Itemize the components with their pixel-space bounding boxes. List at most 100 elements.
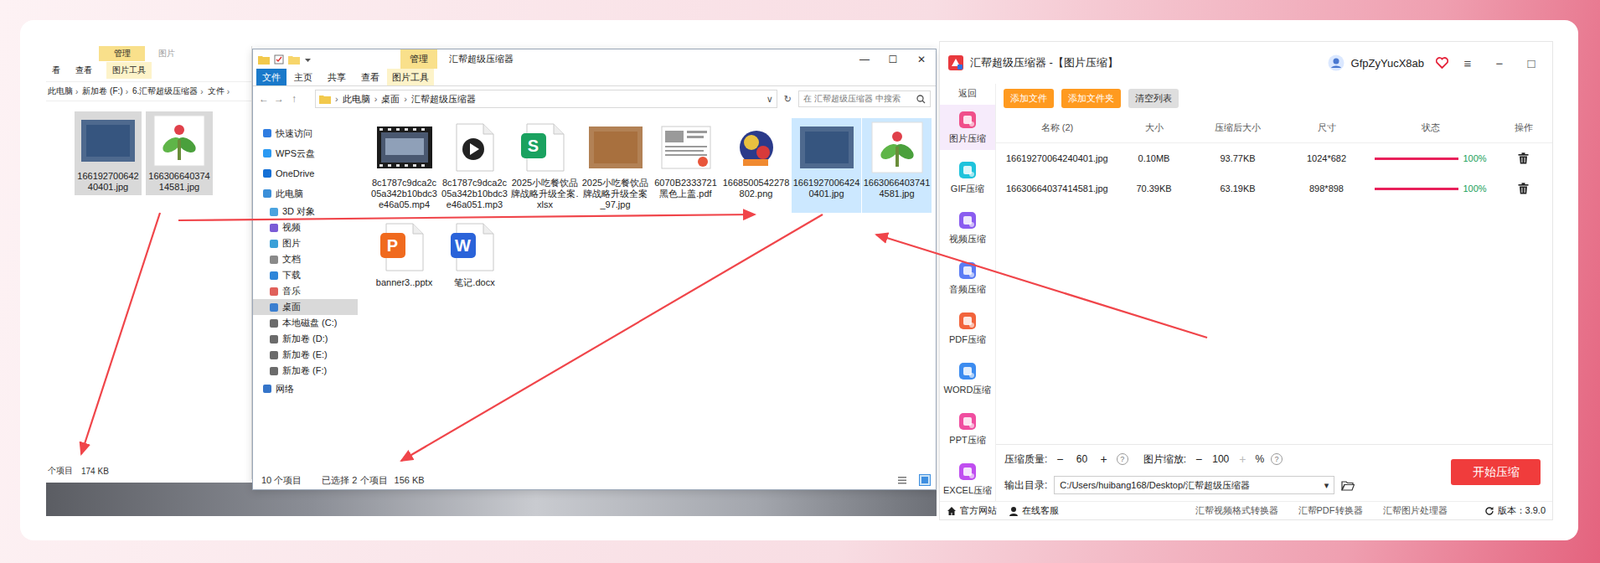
ribbon-tab[interactable]: 图片工具 — [106, 61, 152, 79]
history-dropdown[interactable]: ∨ — [766, 93, 774, 105]
nav-item[interactable]: 网络 — [252, 378, 358, 399]
sidebar-item[interactable]: GIF压缩 — [939, 154, 996, 201]
ribbon-context-tab[interactable]: 管理 — [98, 46, 145, 62]
user-name[interactable]: GfpZyYucX8ab — [1351, 56, 1425, 70]
explorer-window[interactable]: 管理汇帮超级压缩器—☐✕文件主页共享查看图片工具←→↑›此电脑›桌面›汇帮超级压… — [252, 48, 937, 491]
address-bar[interactable]: 此电脑›新加卷 (F:)›6.汇帮超级压缩器›文件› — [46, 81, 252, 102]
customize-icon[interactable] — [304, 54, 312, 65]
nav-item[interactable]: 新加卷 (D:) — [252, 330, 358, 347]
product-link[interactable]: 汇帮PDF转换器 — [1298, 504, 1363, 517]
file-tile[interactable]: 16630664037414581.jpg — [861, 118, 932, 213]
nav-item[interactable]: 此电脑 — [252, 183, 358, 204]
file-tile[interactable]: S2025小吃餐饮品牌战略升级全案.xlsx — [510, 118, 580, 213]
sidebar-item[interactable]: WORD压缩 — [939, 356, 996, 402]
increase-button[interactable]: + — [1098, 452, 1110, 466]
ribbon-tab[interactable]: 共享 — [320, 68, 354, 86]
breadcrumb-item[interactable]: 此电脑 — [342, 92, 371, 106]
sidebar-item[interactable]: PDF压缩 — [939, 305, 996, 351]
breadcrumb-item[interactable]: 6.汇帮超级压缩器 — [130, 85, 198, 98]
window-control[interactable]: ≡ — [1455, 56, 1481, 71]
nav-item[interactable]: 图片 — [252, 235, 358, 252]
nav-item[interactable]: 3D 对象 — [252, 203, 358, 220]
nav-button[interactable]: → — [273, 92, 285, 105]
file-tile[interactable]: 16630664037414581.jpg — [145, 111, 213, 196]
breadcrumb-item[interactable]: 此电脑 — [46, 85, 73, 98]
user-avatar-icon[interactable] — [1327, 54, 1345, 72]
ribbon-tab[interactable]: 主页 — [286, 68, 320, 86]
file-tile[interactable]: 16619270064240401.jpg — [74, 111, 142, 196]
sidebar-item[interactable]: EXCEL压缩 — [939, 456, 996, 502]
nav-item[interactable]: 音乐 — [252, 283, 358, 300]
website-link[interactable]: 官方网站 — [946, 504, 997, 517]
nav-item[interactable]: 视频 — [252, 219, 358, 236]
start-button[interactable]: 开始压缩 — [1450, 459, 1541, 486]
window-control[interactable]: − — [1486, 56, 1513, 71]
search-field[interactable]: 在 汇帮超级压缩器 中搜索 — [798, 90, 931, 108]
ribbon-tab[interactable]: 看 — [46, 61, 67, 79]
file-tile[interactable]: 1668500542278802.png — [721, 118, 791, 213]
breadcrumb-item[interactable]: 汇帮超级压缩器 — [411, 92, 476, 106]
back-button[interactable]: 返回 — [939, 87, 996, 101]
help-button[interactable]: ? — [1270, 453, 1283, 465]
address-bar[interactable]: ›此电脑›桌面›汇帮超级压缩器∨ — [314, 89, 778, 109]
nav-item[interactable]: 本地磁盘 (C:) — [252, 314, 358, 331]
sidebar-item[interactable]: 视频压缩 — [939, 205, 996, 251]
nav-button[interactable]: ← — [258, 92, 270, 105]
ribbon-tab[interactable]: 文件 — [256, 68, 287, 86]
trash-icon[interactable] — [1517, 152, 1529, 165]
sidebar-item[interactable]: 音频压缩 — [939, 255, 996, 301]
support-link[interactable]: 在线客服 — [1008, 504, 1059, 517]
compressor-app-window[interactable]: 汇帮超级压缩器 -【图片压缩】GfpZyYucX8ab≡−□返回图片压缩GIF压… — [939, 41, 1554, 521]
product-link[interactable]: 汇帮视频格式转换器 — [1195, 504, 1279, 517]
file-tile[interactable]: 2025小吃餐饮品牌战略升级全案_97.jpg — [580, 118, 651, 213]
toolbar-button[interactable]: 添加文件夹 — [1061, 88, 1121, 109]
breadcrumb-item[interactable]: 新加卷 (F:) — [80, 85, 123, 98]
nav-button[interactable]: ↑ — [288, 92, 300, 105]
file-tile[interactable]: 8c1787c9dca2c05a342b10bdc3e46a051.mp3 — [439, 118, 510, 213]
breadcrumb-item[interactable]: 桌面 — [381, 92, 400, 106]
file-tile[interactable]: Pbanner3..pptx — [369, 217, 439, 291]
file-tile[interactable]: 8c1787c9dca2c05a342b10bdc3e46a05.mp4 — [369, 118, 439, 213]
window-control[interactable]: □ — [1518, 56, 1544, 71]
explorer-window-back[interactable]: 管理图片看查看图片工具此电脑›新加卷 (F:)›6.汇帮超级压缩器›文件› 166… — [46, 46, 253, 480]
ribbon-tab[interactable]: 查看 — [353, 68, 388, 86]
decrease-button[interactable]: − — [1192, 452, 1205, 466]
nav-item[interactable]: 新加卷 (E:) — [252, 346, 358, 363]
vip-heart-icon[interactable] — [1435, 56, 1449, 69]
nav-item[interactable]: OneDrive — [252, 163, 358, 184]
toolbar-button[interactable]: 清空列表 — [1128, 88, 1179, 109]
large-icons-view-icon[interactable] — [918, 474, 931, 486]
nav-item[interactable]: 文档 — [252, 251, 358, 268]
file-tile[interactable]: W笔记.docx — [439, 217, 510, 291]
sidebar-item[interactable]: 图片压缩 — [939, 104, 996, 150]
toolbar-button[interactable]: 添加文件 — [1003, 88, 1054, 109]
nav-item[interactable]: 下载 — [252, 267, 358, 284]
details-view-icon[interactable] — [897, 474, 908, 486]
scale-value[interactable]: 100 — [1211, 453, 1230, 465]
nav-item[interactable]: WPS云盘 — [252, 143, 358, 164]
version[interactable]: 版本：3.9.0 — [1484, 504, 1546, 517]
increase-button[interactable]: + — [1236, 452, 1249, 466]
open-folder-icon[interactable] — [1341, 480, 1355, 491]
sidebar-item[interactable]: PPT压缩 — [939, 406, 996, 452]
ribbon-tab[interactable]: 查看 — [69, 61, 99, 79]
table-row[interactable]: 16630664037414581.jpg70.39KB63.19KB898*8… — [996, 173, 1553, 204]
trash-icon[interactable] — [1517, 182, 1529, 195]
window-control[interactable]: ✕ — [907, 53, 936, 66]
file-tile[interactable]: 6070B2333721黑色上盖.pdf — [650, 118, 721, 213]
breadcrumb-item[interactable]: 文件 — [206, 85, 225, 98]
help-button[interactable]: ? — [1116, 453, 1129, 465]
quality-value[interactable]: 60 — [1073, 453, 1092, 465]
file-tile[interactable]: 16619270064240401.jpg — [791, 118, 862, 213]
output-dropdown[interactable]: C:/Users/huibang168/Desktop/汇帮超级压缩器▾ — [1053, 475, 1335, 495]
product-link[interactable]: 汇帮图片处理器 — [1383, 504, 1448, 517]
window-control[interactable]: — — [850, 53, 879, 66]
folder-icon[interactable] — [258, 54, 270, 65]
ribbon-context-tab[interactable]: 图片 — [158, 46, 176, 62]
properties-icon[interactable] — [273, 54, 284, 65]
table-row[interactable]: 16619270064240401.jpg0.10MB93.77KB1024*6… — [996, 143, 1553, 174]
new-folder-icon[interactable] — [288, 54, 300, 65]
nav-item[interactable]: 新加卷 (F:) — [252, 362, 358, 379]
decrease-button[interactable]: − — [1053, 452, 1066, 466]
nav-item[interactable]: 快速访问 — [252, 123, 358, 144]
